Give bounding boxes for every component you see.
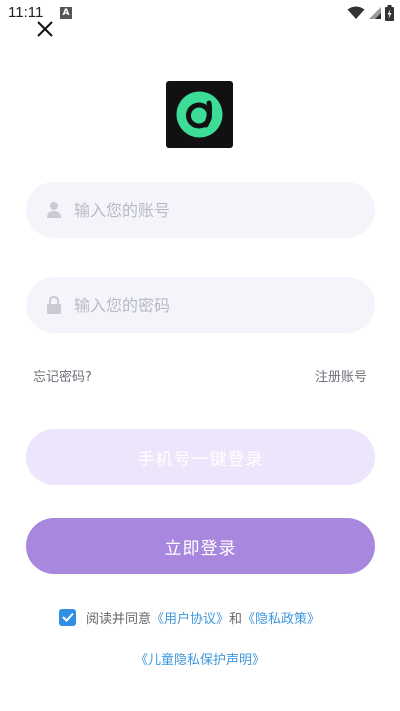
agreement-and: 和 — [229, 611, 243, 627]
user-icon — [47, 202, 61, 218]
forgot-password-link[interactable]: 忘记密码? — [33, 366, 92, 385]
check-icon — [61, 612, 74, 622]
children-privacy-link[interactable]: 《儿童隐私保护声明》 — [0, 649, 400, 668]
agree-checkbox[interactable] — [59, 608, 76, 626]
privacy-policy-link[interactable]: 《隐私政策》 — [242, 608, 320, 627]
phone-login-button[interactable]: 手机号一键登录 — [26, 429, 375, 485]
app-logo-icon — [176, 91, 223, 138]
notification-icon: A — [60, 7, 72, 19]
agreement-prefix: 阅读并同意 — [86, 611, 152, 627]
close-icon — [37, 21, 53, 37]
app-logo — [166, 81, 233, 148]
lock-icon — [47, 296, 61, 314]
register-link[interactable]: 注册账号 — [315, 366, 367, 385]
password-field[interactable] — [26, 277, 375, 333]
login-button[interactable]: 立即登录 — [26, 518, 375, 574]
wifi-icon — [347, 6, 365, 19]
account-input[interactable] — [74, 182, 364, 238]
agreement-row: 阅读并同意 《用户协议》 和 《隐私政策》 — [59, 608, 320, 627]
close-button[interactable] — [34, 18, 56, 40]
signal-icon — [369, 7, 381, 19]
user-agreement-link[interactable]: 《用户协议》 — [151, 608, 229, 627]
battery-icon — [385, 5, 394, 21]
password-input[interactable] — [74, 277, 364, 333]
status-bar: 11:11 A — [0, 0, 400, 26]
account-field[interactable] — [26, 182, 375, 238]
status-icons — [347, 5, 394, 21]
